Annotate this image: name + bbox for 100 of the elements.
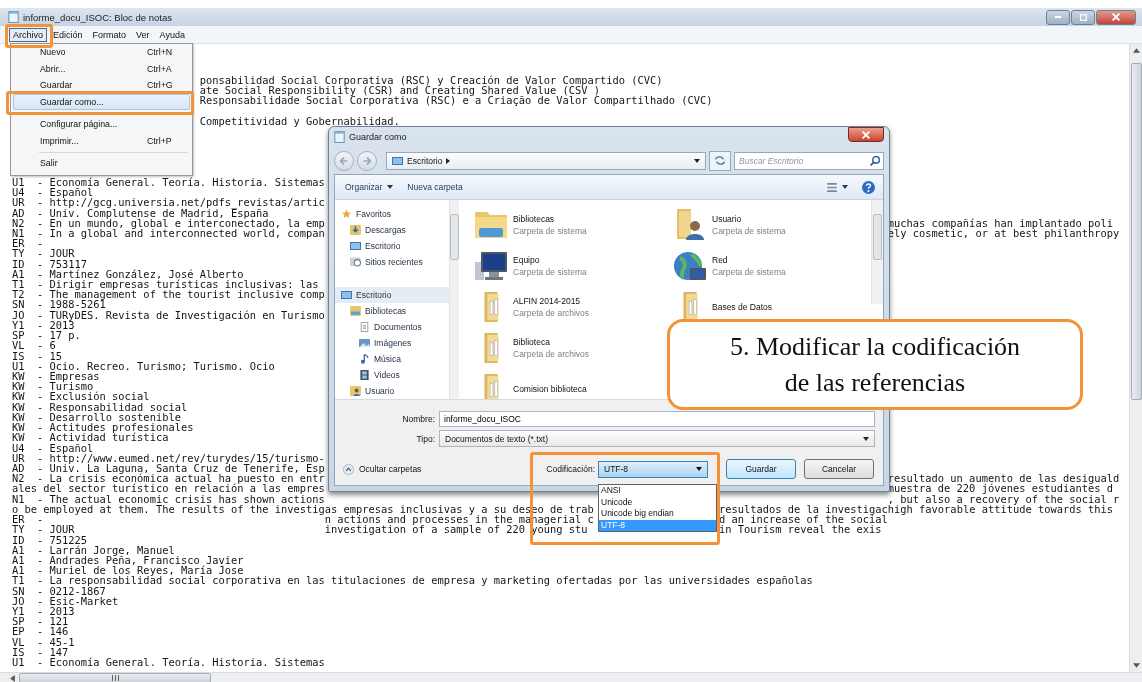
navigation-item[interactable]: Videos [335,367,449,383]
folder-icon [483,291,499,322]
refresh-button[interactable] [709,150,731,171]
back-button[interactable] [334,150,354,171]
toolbar-button[interactable]: Nueva carpeta [407,180,463,194]
navigation-item[interactable]: Escritorio [335,238,449,254]
scroll-thumb[interactable] [19,673,211,682]
navigation-item[interactable]: Bibliotecas [335,303,449,319]
window-title: informe_docu_ISOC: Bloc de notas [23,11,172,23]
vertical-scrollbar[interactable] [1129,44,1142,672]
dropdown-arrow-icon [863,436,869,441]
item-name[interactable]: Equipo [513,254,587,265]
text-line: T1 - La responsabilidad social corporativa en las titulaciones de empresa y marketing ofertadas por las universidades españolas [12,575,813,586]
scroll-thumb[interactable] [873,214,882,260]
vertical-scrollbar[interactable] [449,200,459,399]
vertical-scrollbar[interactable] [871,200,883,304]
address-bar[interactable]: Escritorio [386,151,706,170]
text-line: IS - 147 [12,646,69,658]
text-line: U1 - Ocio. Recreo. Turismo; Turismo. Ocio [12,360,275,371]
library-folder-icon [475,211,507,238]
text-line: KW - Desarrollo sostenible [12,411,181,423]
minimize-icon [1055,16,1061,18]
maximize-icon [1079,13,1087,21]
navigation-item[interactable]: Escritorio [335,287,449,303]
close-button[interactable] [1096,9,1136,25]
toolbar-button[interactable]: Organizar [345,180,394,194]
user-folder-icon [350,386,361,396]
maximize-button[interactable] [1071,9,1095,25]
menu-item[interactable]: Salir [13,155,190,172]
minimize-button[interactable] [1046,9,1070,25]
item-type: Carpeta de archivos [513,348,590,359]
dropdown-option[interactable]: Unicode big endian [599,508,716,520]
globe-icon [674,251,706,280]
navigation-item[interactable]: Sitios recientes [335,254,449,270]
dropdown-option[interactable]: Unicode [599,496,716,508]
menu-item[interactable]: Ver [132,27,154,42]
text-line: EP - 146 [12,626,69,637]
navigation-item[interactable]: Documentos [335,319,449,335]
highlight-frame [5,24,53,48]
hide-folders-button[interactable]: Ocultar carpetas [343,463,422,475]
text-line: ales del sector turístico en relación a las empres [12,483,325,494]
menu-item[interactable]: Configurar página... [13,116,190,133]
desktop-icon [350,241,361,251]
field-label: Codificación: [546,464,595,474]
navigation-item[interactable]: Usuario [335,383,449,399]
callout-text: 5. Modificar la codificación de las referencias [729,330,1021,399]
horizontal-scrollbar[interactable] [0,672,1142,682]
navigation-item[interactable]: Descargas [335,222,449,238]
item-type: Carpeta de sistema [513,266,587,277]
dialog-button[interactable]: Cancelar [804,459,874,479]
menu-item[interactable]: Nuevo Ctrl+N [13,44,190,61]
item-name[interactable]: Comision biblioteca [513,383,587,394]
scroll-thumb[interactable] [450,214,459,260]
view-options-button[interactable] [827,180,848,194]
item-name[interactable]: Bibliotecas [513,213,587,224]
text-line: ID - 751225 [12,534,88,545]
text-line: SN - 0212-1867 [12,585,106,596]
file-type-select[interactable]: Documentos de texto (*.txt) [439,430,875,447]
item-name[interactable]: Bases de Datos [712,301,772,312]
text-line: U1 - Economía General. Teoría. Historia. Sistemas [12,657,325,668]
navigation-item[interactable]: Favoritos [335,206,449,222]
close-icon [862,130,870,139]
menu-item[interactable]: Guardar Ctrl+G [13,77,190,94]
text-line: Y1 - 2013 [12,606,75,617]
desktop-icon [392,155,403,166]
item-name[interactable]: ALFIN 2014-2015 [513,295,590,306]
scroll-up-icon [1132,48,1140,53]
item-type: Carpeta de sistema [513,225,587,236]
menu-item[interactable]: Formato [88,27,131,42]
help-button[interactable] [862,180,875,194]
menu-item[interactable]: Edición [49,27,87,42]
scroll-thumb[interactable] [1130,63,1142,400]
dialog-button[interactable]: Guardar [726,459,796,479]
encoding-select[interactable]: UTF-8 [598,460,708,478]
notepad-icon [8,11,19,23]
file-name-field[interactable]: informe_docu_ISOC [439,411,875,427]
menu-item[interactable]: Abrir... Ctrl+A [13,60,190,77]
item-name[interactable]: Red [712,254,786,265]
caret-icon [842,185,848,189]
navigation-item[interactable]: Música [335,351,449,367]
menu-item[interactable]: Imprimir... Ctrl+P [13,132,190,149]
menu-item[interactable]: Archivo [9,27,47,42]
text-line: T2 - The management of the tourist inclusive comp [12,289,325,300]
item-name[interactable]: Biblioteca [513,336,590,347]
text-line: U4 - Español [12,187,94,198]
close-button[interactable] [848,127,884,142]
menu-item[interactable]: Ayuda [155,27,189,42]
dropdown-option[interactable]: ANSI [599,485,716,497]
field-label: Nombre: [401,414,435,424]
navigation-item[interactable]: Imágenes [335,335,449,351]
forward-button[interactable] [357,150,377,171]
dialog-title: Guardar como [349,132,407,142]
item-name[interactable]: Usuario [712,213,786,224]
field-label: Tipo: [415,433,435,444]
search-field[interactable]: Buscar Escritorio [734,151,884,170]
text-line: SP - 121 [12,616,69,627]
text-line: ponsabilidad Social Corporativa (RSC) y Creación de Valor Compartido (CVC) [199,74,663,85]
text-line: VL - 6 [12,340,56,351]
text-line: VL - 45-1 [12,636,75,647]
chevron-right-icon [446,157,451,164]
